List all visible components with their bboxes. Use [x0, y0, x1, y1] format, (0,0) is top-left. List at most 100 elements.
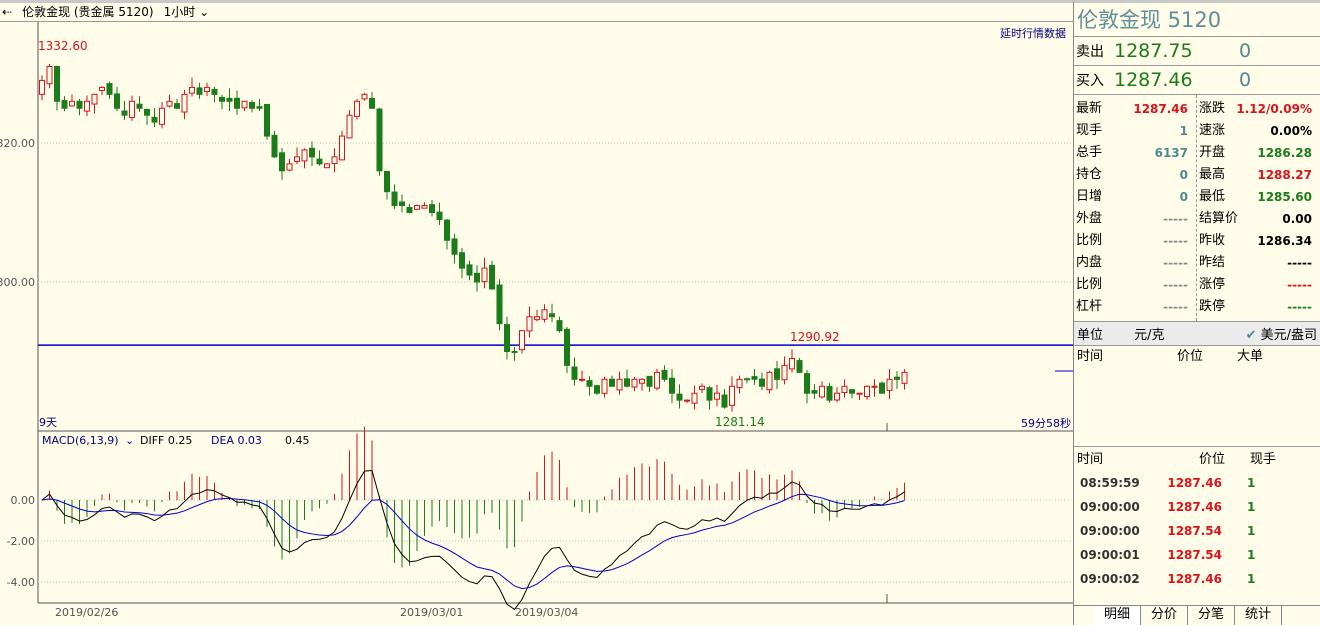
unit-cny-option[interactable]: 元/克: [1134, 324, 1164, 343]
quote-field: 跌停 -----: [1197, 296, 1320, 318]
buy-label: 买入: [1076, 73, 1104, 89]
candle-body: [204, 86, 210, 93]
candle-body: [759, 378, 765, 387]
candle-body: [331, 156, 338, 165]
candle-body: [361, 93, 368, 100]
col-price: 价位: [1198, 452, 1225, 467]
quote-field: 总手 6137: [1074, 142, 1196, 164]
candle-body: [766, 371, 773, 391]
candle-body: [354, 100, 360, 117]
field-label: 昨收: [1199, 233, 1226, 248]
candle-body: [241, 100, 248, 109]
quote-title: 伦敦金现 5120: [1074, 3, 1320, 37]
quote-field: 比例 -----: [1074, 274, 1196, 296]
candle-body: [294, 156, 300, 162]
candle-body: [669, 377, 675, 394]
candle-body: [271, 134, 278, 158]
quote-field: 外盘 -----: [1074, 208, 1196, 230]
marked-high-label: 1290.92: [790, 330, 840, 344]
candle-body: [864, 385, 870, 398]
candle-body: [601, 378, 608, 394]
big-order-header: 时间 价位 大单: [1074, 346, 1320, 368]
candle-body: [444, 219, 450, 241]
candle-body: [729, 385, 735, 406]
field-value: -----: [1163, 212, 1188, 226]
macd-value: 0.45: [285, 434, 310, 447]
quote-field: 现手 1: [1074, 120, 1196, 142]
candle-body: [504, 324, 510, 353]
candle-body: [369, 98, 375, 109]
candle-body: [481, 267, 488, 283]
candle-body: [99, 86, 105, 91]
kline-chart[interactable]: 1320.00 1300.00 0.00 -2.00 -4.00 1332.60 1290.…: [0, 22, 1073, 625]
tick-row: 09:00:00 1287.46 1: [1074, 495, 1320, 519]
candle-body: [856, 392, 863, 395]
candle-body: [774, 368, 780, 380]
dea-value: DEA 0.03: [211, 434, 262, 447]
candle-body: [691, 392, 698, 404]
candle-body: [384, 171, 390, 193]
candle-body: [496, 284, 503, 325]
candle-body: [579, 378, 585, 381]
candle-body: [76, 100, 83, 109]
candle-body: [234, 97, 240, 109]
tab-2[interactable]: 分笔: [1188, 606, 1236, 625]
candle-body: [631, 378, 638, 388]
candle-body: [526, 316, 533, 332]
candle-body: [301, 149, 308, 162]
candle-body: [796, 360, 803, 373]
period-selector[interactable]: 1小时 ⌄: [164, 5, 210, 19]
candle-body: [144, 109, 150, 116]
sell-volume: 0: [1239, 40, 1252, 62]
back-icon[interactable]: ⇠: [2, 5, 12, 19]
tick-time: 09:00:02: [1080, 572, 1140, 586]
candle-body: [136, 103, 143, 109]
sell-row: 卖出 1287.75 0: [1074, 37, 1320, 66]
tab-1[interactable]: 分价: [1141, 606, 1189, 625]
field-label: 开盘: [1199, 145, 1226, 160]
candle-body: [519, 330, 525, 351]
sell-price: 1287.75: [1114, 40, 1193, 62]
sell-label: 卖出: [1076, 44, 1104, 60]
date-label: 2019/02/26: [55, 606, 118, 619]
candle-body: [826, 385, 833, 401]
buy-volume: 0: [1239, 69, 1252, 91]
candle-body: [654, 371, 660, 389]
quote-field: 结算价 0.00: [1197, 208, 1320, 230]
quote-field: 昨结 -----: [1197, 252, 1320, 274]
field-value: 0: [1179, 190, 1188, 204]
tab-0[interactable]: 明细: [1094, 606, 1142, 625]
field-value: 1: [1179, 124, 1188, 138]
candle-body: [46, 66, 53, 85]
quote-field: 比例 -----: [1074, 230, 1196, 252]
candle-body: [744, 378, 750, 381]
low-label: 1281.14: [715, 415, 765, 429]
candle-body: [451, 238, 458, 255]
field-value: -----: [1287, 300, 1312, 314]
field-value: -----: [1287, 278, 1312, 292]
quote-field: 最高 1288.27: [1197, 164, 1320, 186]
high-label: 1332.60: [38, 39, 88, 53]
candle-body: [639, 378, 645, 384]
tab-3[interactable]: 统计: [1235, 606, 1283, 625]
candle-body: [84, 100, 90, 112]
field-label: 昨结: [1199, 255, 1226, 270]
field-value: 1288.27: [1257, 168, 1312, 182]
candle-body: [721, 394, 728, 408]
field-label: 外盘: [1076, 211, 1103, 226]
col-big: 大单: [1237, 349, 1264, 364]
date-label: 2019/03/04: [515, 606, 578, 619]
col-time: 时间: [1077, 349, 1104, 364]
field-label: 内盘: [1076, 255, 1103, 270]
candle-body: [151, 116, 158, 123]
quote-field: 最新 1287.46: [1074, 98, 1196, 120]
field-value: -----: [1287, 256, 1312, 270]
tick-time: 09:00:01: [1080, 548, 1140, 562]
period-label: 1小时: [163, 5, 196, 19]
candle-body: [804, 373, 810, 394]
candle-body: [391, 191, 398, 207]
field-label: 最新: [1076, 101, 1103, 116]
candle-body: [489, 264, 495, 290]
candle-body: [594, 385, 600, 394]
unit-usd-option[interactable]: ✔ 美元/盎司: [1246, 324, 1317, 343]
